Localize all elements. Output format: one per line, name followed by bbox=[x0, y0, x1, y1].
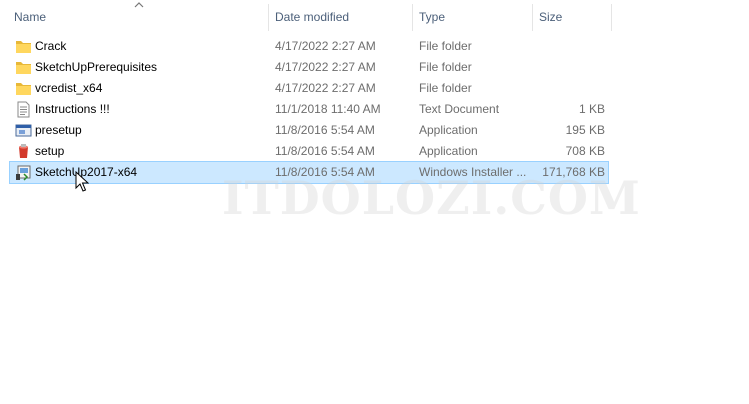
text-document-icon bbox=[17, 101, 30, 118]
file-type: Text Document bbox=[419, 102, 500, 116]
file-row-vcredist-x64[interactable]: vcredist_x64 4/17/2022 2:27 AM File fold… bbox=[10, 78, 608, 99]
folder-icon bbox=[16, 62, 31, 74]
application-icon bbox=[15, 124, 32, 137]
column-header-date-modified[interactable]: Date modified bbox=[275, 0, 349, 35]
column-divider[interactable] bbox=[412, 4, 413, 31]
file-name: setup bbox=[35, 144, 65, 158]
mouse-pointer-icon bbox=[75, 171, 89, 192]
file-name: SketchUpPrerequisites bbox=[35, 60, 158, 74]
file-date: 11/8/2016 5:54 AM bbox=[275, 123, 375, 137]
file-row-sketchupprerequisites[interactable]: SketchUpPrerequisites 4/17/2022 2:27 AM … bbox=[10, 57, 608, 78]
column-header-name[interactable]: Name bbox=[14, 0, 46, 35]
file-row-crack[interactable]: Crack 4/17/2022 2:27 AM File folder bbox=[10, 36, 608, 57]
column-divider[interactable] bbox=[268, 4, 269, 31]
column-header-type[interactable]: Type bbox=[419, 0, 445, 35]
file-type: File folder bbox=[419, 39, 472, 53]
file-type: File folder bbox=[419, 81, 472, 95]
file-size: 708 KB bbox=[565, 144, 605, 158]
watermark: ITDOLOZI.COM bbox=[222, 171, 641, 225]
file-row-instructions[interactable]: Instructions !!! 11/1/2018 11:40 AM Text… bbox=[10, 99, 608, 120]
setup-icon bbox=[19, 144, 28, 158]
file-row-presetup[interactable]: presetup 11/8/2016 5:54 AM Application 1… bbox=[10, 120, 608, 141]
file-type: Application bbox=[419, 123, 478, 137]
file-date: 11/1/2018 11:40 AM bbox=[275, 102, 381, 116]
file-type: Application bbox=[419, 144, 478, 158]
file-type: File folder bbox=[419, 60, 472, 74]
column-divider[interactable] bbox=[532, 4, 533, 31]
folder-icon bbox=[16, 41, 31, 53]
file-date: 4/17/2022 2:27 AM bbox=[275, 81, 376, 95]
installer-icon bbox=[16, 165, 31, 181]
column-header-bar: Name Date modified Type Size bbox=[0, 0, 614, 35]
file-size: 1 KB bbox=[578, 102, 605, 116]
file-date: 4/17/2022 2:27 AM bbox=[275, 39, 376, 53]
file-name: presetup bbox=[35, 123, 82, 137]
file-size: 195 KB bbox=[565, 123, 605, 137]
file-name: Instructions !!! bbox=[35, 102, 110, 116]
column-divider[interactable] bbox=[611, 4, 612, 31]
sort-ascending-icon bbox=[134, 2, 144, 8]
file-row-setup[interactable]: setup 11/8/2016 5:54 AM Application 708 … bbox=[10, 141, 608, 162]
file-date: 11/8/2016 5:54 AM bbox=[275, 144, 375, 158]
file-date: 4/17/2022 2:27 AM bbox=[275, 60, 376, 74]
file-name: Crack bbox=[35, 39, 67, 53]
column-header-size[interactable]: Size bbox=[539, 0, 562, 35]
file-name: vcredist_x64 bbox=[35, 81, 103, 95]
folder-icon bbox=[16, 83, 31, 95]
